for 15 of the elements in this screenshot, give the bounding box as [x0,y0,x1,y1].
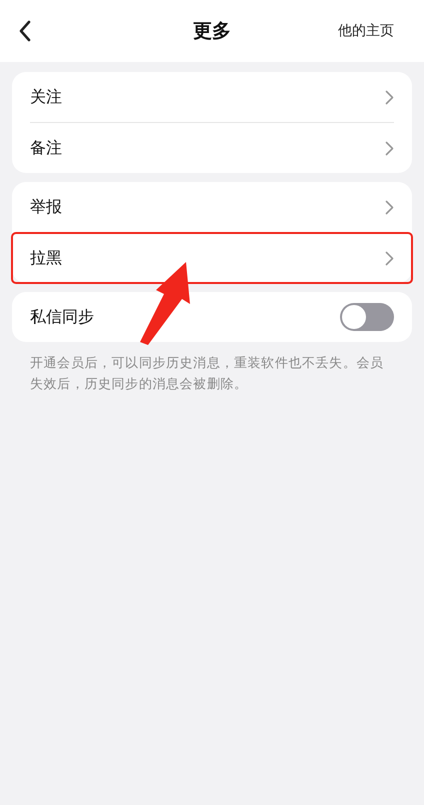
chevron-icon [385,90,394,104]
page-title: 更多 [193,19,231,44]
footnote-text: 开通会员后，可以同步历史消息，重装软件也不丢失。会员失效后，历史同步的消息会被删除。 [30,355,385,394]
setting-label: 私信同步 [30,306,94,328]
back-icon [18,20,32,42]
profile-link[interactable]: 他的主页 [338,22,394,40]
chevron-icon [385,250,394,266]
settings-row[interactable]: 关注 [12,72,412,122]
back-button[interactable] [18,20,32,42]
toggle-switch[interactable] [340,303,394,331]
settings-row[interactable]: 举报 [12,182,412,232]
chevron-icon [385,140,394,156]
chevron-icon [385,200,394,214]
settings-row[interactable]: 拉黑 [12,233,412,283]
settings-row[interactable]: 备注 [12,123,412,173]
